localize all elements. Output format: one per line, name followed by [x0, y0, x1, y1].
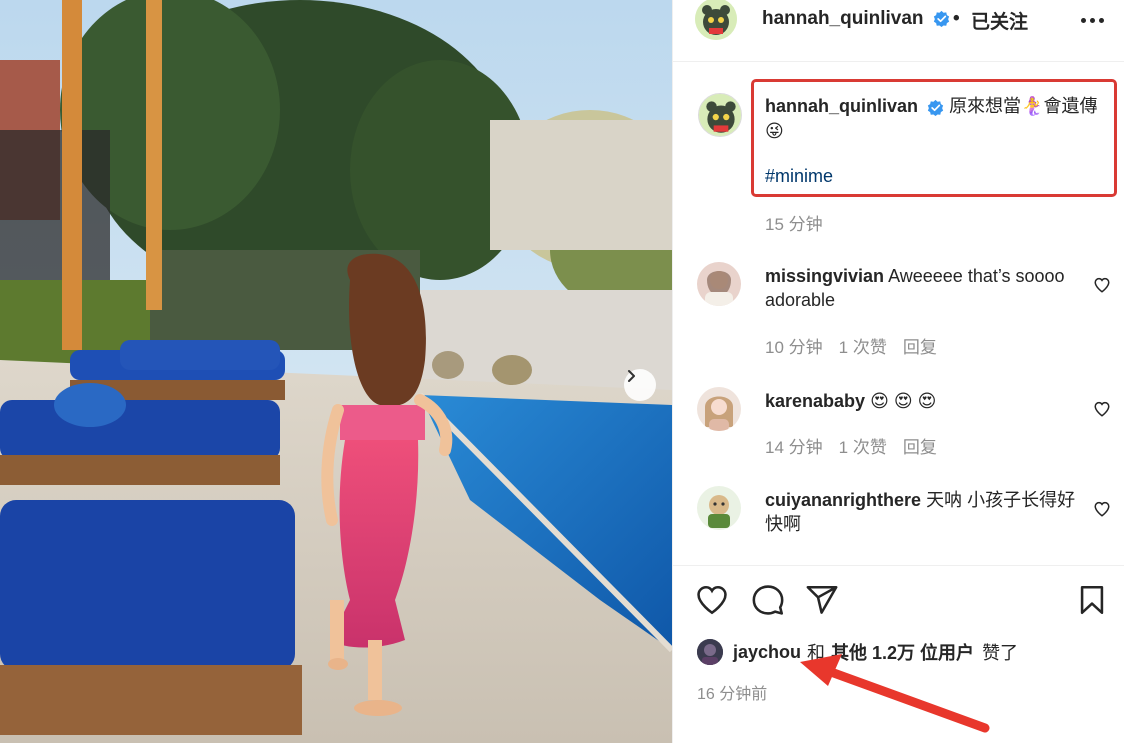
comment-meta: 10 分钟 1 次赞 回复 [765, 333, 937, 358]
cartoon-avatar-icon [697, 486, 741, 530]
post-photo[interactable] [0, 0, 672, 743]
comment-time: 10 分钟 [765, 338, 823, 357]
author-avatar[interactable] [695, 0, 737, 40]
follow-status-button[interactable]: 已关注 [971, 7, 1028, 34]
section-divider [673, 565, 1124, 566]
verified-badge-icon [927, 99, 944, 116]
comment-body: 😍 😍 😍 [870, 391, 937, 411]
cartoon-bear-avatar-icon [695, 0, 737, 40]
liker-avatar[interactable] [697, 639, 723, 665]
caption-author-avatar[interactable] [698, 93, 742, 137]
heart-icon[interactable] [695, 583, 729, 617]
user-photo-avatar-icon [697, 387, 741, 431]
reply-button[interactable]: 回复 [903, 333, 937, 358]
comment-time: 14 分钟 [765, 438, 823, 457]
commenter-avatar[interactable] [697, 387, 741, 431]
author-username-text[interactable]: hannah_quinlivan [762, 8, 924, 29]
paper-plane-icon[interactable] [805, 583, 839, 617]
heart-icon[interactable] [1093, 276, 1111, 294]
comment-meta: 14 分钟 1 次赞 回复 [765, 433, 937, 458]
hashtag-link[interactable]: #minime [765, 166, 833, 187]
heart-icon[interactable] [1093, 500, 1111, 518]
comment-text: missingvivian Aweeeee that’s soooo adora… [765, 264, 1085, 312]
liker-username[interactable]: jaychou [733, 642, 801, 663]
comment-like-count[interactable]: 1 次赞 [839, 433, 887, 458]
post-timestamp: 16 分钟前 [697, 686, 768, 703]
likes-suffix: 赞了 [982, 643, 1019, 663]
post-detail-panel: hannah_quinlivan • 已关注 hannah_quinlivan [672, 0, 1124, 743]
verified-badge-icon [933, 11, 949, 28]
commenter-avatar[interactable] [697, 486, 741, 530]
comment-username[interactable]: missingvivian [765, 266, 884, 286]
caption-timestamp: 15 分钟 [765, 215, 823, 234]
author-username[interactable]: hannah_quinlivan [762, 8, 950, 30]
other-likers-link[interactable]: 其他 1.2万 位用户 [831, 639, 974, 665]
reply-button[interactable]: 回复 [903, 433, 937, 458]
caption-username[interactable]: hannah_quinlivan [765, 96, 918, 116]
comment-username[interactable]: cuiyananrighthere [765, 490, 921, 510]
likes-summary: jaychou 和 其他 1.2万 位用户 赞了 [697, 638, 1018, 666]
comment-username[interactable]: karenababy [765, 391, 865, 411]
caption-text: hannah_quinlivan 原來想當🧜‍♀會遺傳😜 [765, 94, 1113, 144]
likes-joiner: 和 [807, 643, 826, 663]
comment-bubble-icon[interactable] [751, 583, 785, 617]
more-options-icon[interactable] [1077, 8, 1107, 32]
pool-scene-image [0, 0, 672, 743]
comment-text: karenababy 😍 😍 😍 [765, 389, 1085, 413]
post-action-bar [673, 583, 1124, 619]
next-photo-button[interactable] [624, 369, 656, 401]
cartoon-bear-avatar-icon [699, 94, 741, 136]
comment-like-count[interactable]: 1 次赞 [839, 333, 887, 358]
heart-icon[interactable] [1093, 400, 1111, 418]
post-header: hannah_quinlivan • 已关注 [673, 0, 1124, 62]
user-photo-avatar-icon [697, 639, 723, 665]
chevron-right-icon [628, 370, 635, 382]
commenter-avatar[interactable] [697, 262, 741, 306]
header-separator: • [953, 8, 960, 29]
user-photo-avatar-icon [697, 262, 741, 306]
bookmark-icon[interactable] [1075, 583, 1109, 617]
comment-text: cuiyananrighthere 天呐 小孩子长得好快啊 [765, 488, 1085, 536]
